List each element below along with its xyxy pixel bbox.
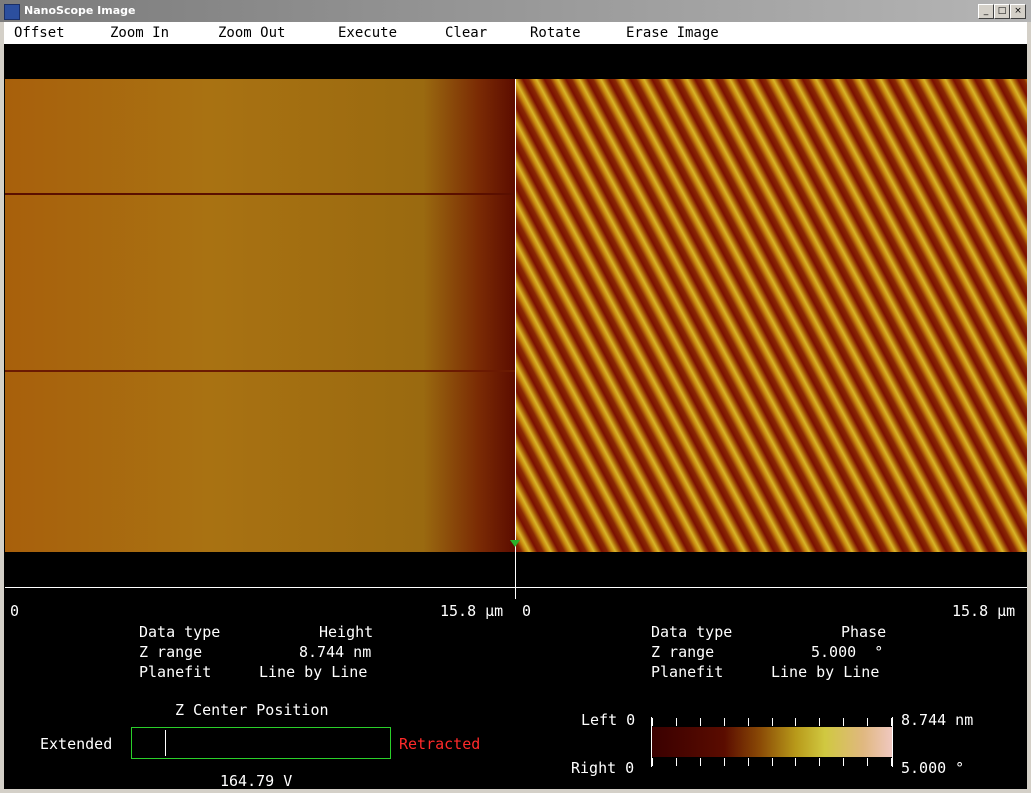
- scale-tick: [700, 758, 701, 766]
- menu-zoom-out[interactable]: Zoom Out: [218, 25, 285, 41]
- scale-right-label: Right 0: [571, 759, 635, 777]
- z-center-indicator: [165, 730, 166, 756]
- scale-tick: [724, 758, 725, 766]
- menu-zoom-in[interactable]: Zoom In: [110, 25, 169, 41]
- scale-tick: [819, 718, 820, 726]
- scale-tick: [795, 718, 796, 726]
- scale-ticks-top: [652, 718, 892, 726]
- scale-tick: [891, 758, 892, 766]
- scale-tick: [843, 758, 844, 766]
- right-data-type-value: Phase: [841, 623, 887, 641]
- z-center-title: Z Center Position: [175, 701, 329, 719]
- left-planefit-value: Line by Line: [259, 663, 368, 681]
- right-planefit-label: Planefit: [651, 663, 724, 681]
- scale-tick: [724, 718, 725, 726]
- scale-tick: [772, 758, 773, 766]
- scale-tick: [700, 718, 701, 726]
- color-scale-bar: [652, 727, 892, 757]
- left-data-type-label: Data type: [139, 623, 221, 641]
- close-icon[interactable]: ×: [1010, 4, 1026, 19]
- scale-tick: [867, 758, 868, 766]
- menu-offset[interactable]: Offset: [14, 25, 65, 41]
- height-image[interactable]: [5, 79, 515, 552]
- scale-tick: [748, 718, 749, 726]
- extended-label: Extended: [40, 735, 113, 753]
- scale-tick: [652, 718, 653, 726]
- maximize-icon[interactable]: □: [994, 4, 1010, 19]
- scan-line: [5, 587, 1027, 588]
- z-center-bar: [131, 727, 391, 759]
- z-center-voltage: 164.79 V: [220, 772, 293, 790]
- scale-top-value: 8.744 nm: [901, 711, 974, 729]
- menu-execute[interactable]: Execute: [338, 25, 397, 41]
- scale-tick: [867, 718, 868, 726]
- scale-frame-right: [892, 717, 893, 767]
- scale-tick: [772, 718, 773, 726]
- title-bar: NanoScope Image _ □ ×: [0, 0, 1031, 22]
- scale-tick: [652, 758, 653, 766]
- scale-tick: [819, 758, 820, 766]
- image-divider: [515, 79, 516, 599]
- scale-tick: [676, 718, 677, 726]
- right-planefit-value: Line by Line: [771, 663, 880, 681]
- window-title: NanoScope Image: [24, 4, 136, 17]
- scale-tick: [676, 758, 677, 766]
- scale-tick: [843, 718, 844, 726]
- menu-erase-image[interactable]: Erase Image: [626, 25, 719, 41]
- phase-image[interactable]: [516, 79, 1027, 552]
- scale-tick: [748, 758, 749, 766]
- scale-left-label: Left 0: [581, 711, 636, 729]
- right-axis-start: 0: [522, 602, 532, 620]
- right-z-range-label: Z range: [651, 643, 715, 661]
- menu-clear[interactable]: Clear: [445, 25, 487, 41]
- scale-ticks-bottom: [652, 758, 892, 766]
- image-area: 0 15.8 µm 0 15.8 µm Data type Height Z r…: [4, 44, 1027, 790]
- left-data-type-value: Height: [319, 623, 374, 641]
- left-axis-end: 15.8 µm: [440, 602, 504, 620]
- retracted-label: Retracted: [399, 735, 481, 753]
- left-planefit-label: Planefit: [139, 663, 212, 681]
- left-z-range-label: Z range: [139, 643, 203, 661]
- scale-bottom-value: 5.000 °: [901, 759, 965, 777]
- left-z-range-value: 8.744 nm: [299, 643, 372, 661]
- right-z-range-value: 5.000 °: [811, 643, 884, 661]
- scan-marker-icon[interactable]: [510, 540, 520, 547]
- left-axis-start: 0: [10, 602, 20, 620]
- app-icon: [4, 4, 20, 20]
- right-data-type-label: Data type: [651, 623, 733, 641]
- right-axis-end: 15.8 µm: [952, 602, 1016, 620]
- scale-tick: [891, 718, 892, 726]
- menu-bar: Offset Zoom In Zoom Out Execute Clear Ro…: [4, 22, 1027, 44]
- menu-rotate[interactable]: Rotate: [530, 25, 581, 41]
- minimize-icon[interactable]: _: [978, 4, 994, 19]
- scale-tick: [795, 758, 796, 766]
